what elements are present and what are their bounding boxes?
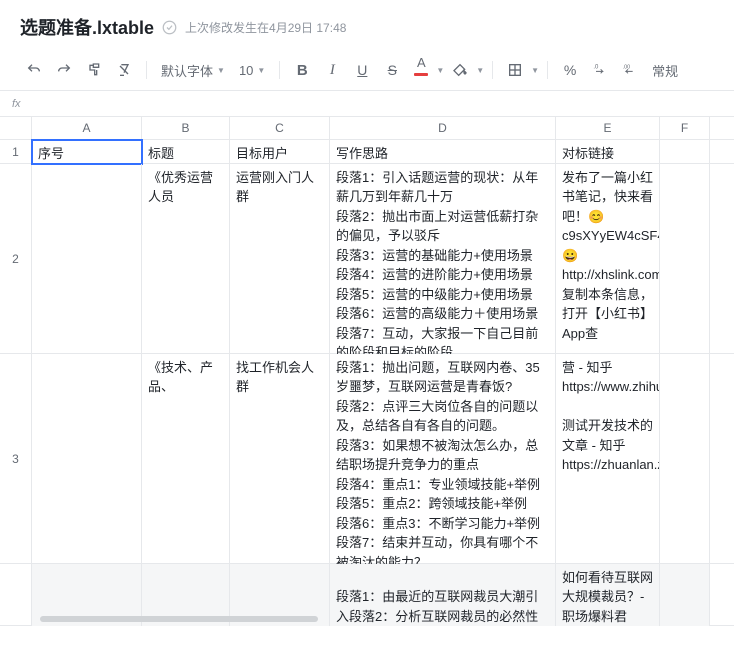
row-header[interactable]: [0, 564, 32, 626]
cell[interactable]: 段落1：抛出问题，互联网内卷、35岁噩梦，互联网运营是青春饭? 段落2：点评三大…: [330, 354, 556, 564]
cell[interactable]: [660, 164, 710, 354]
separator: [146, 61, 147, 79]
horizontal-scrollbar[interactable]: [40, 616, 734, 626]
underline-button[interactable]: U: [348, 56, 376, 84]
formula-bar[interactable]: fx: [0, 91, 734, 117]
redo-button[interactable]: [50, 56, 78, 84]
document-title: 选题准备.lxtable: [20, 14, 154, 40]
column-header[interactable]: D: [330, 117, 556, 139]
row-header[interactable]: 3: [0, 354, 32, 564]
sync-check-icon: [162, 20, 177, 35]
document-header: 选题准备.lxtable 上次修改发生在4月29日 17:48: [0, 0, 734, 50]
increase-decimal-button[interactable]: .00: [616, 56, 644, 84]
strikethrough-button[interactable]: S: [378, 56, 406, 84]
corner-cell[interactable]: [0, 117, 32, 139]
cell[interactable]: 《技术、产品、: [142, 354, 230, 564]
bg-color-button[interactable]: [446, 56, 474, 84]
separator: [547, 61, 548, 79]
bold-button[interactable]: B: [288, 56, 316, 84]
separator: [492, 61, 493, 79]
column-header[interactable]: E: [556, 117, 660, 139]
fx-label: fx: [12, 98, 21, 110]
toolbar: 默认字体 ▼ 10 ▼ B I U S A ▼ ▼ ▼ % .0 .00 常规: [0, 50, 734, 91]
column-header[interactable]: F: [660, 117, 710, 139]
undo-button[interactable]: [20, 56, 48, 84]
cells-area: 序号标题目标用户写作思路对标链接《优秀运营人员运营刚入门人群段落1：引入话题运营…: [32, 140, 734, 626]
cell[interactable]: 营 - 知乎 https://www.zhihu.com/question/49…: [556, 354, 660, 564]
font-size-label: 10: [239, 63, 253, 78]
cell[interactable]: 对标链接: [556, 140, 660, 164]
font-size-select[interactable]: 10 ▼: [233, 56, 271, 84]
row-headers: 123: [0, 140, 32, 626]
font-color-button[interactable]: A: [408, 56, 434, 84]
svg-text:.00: .00: [623, 65, 630, 71]
chevron-down-icon[interactable]: ▼: [476, 66, 484, 75]
cell[interactable]: 写作思路: [330, 140, 556, 164]
number-format-label: 常规: [652, 61, 678, 80]
row-header[interactable]: 1: [0, 140, 32, 164]
cell[interactable]: [32, 354, 142, 564]
column-header[interactable]: A: [32, 117, 142, 139]
cell[interactable]: 序号: [32, 140, 142, 164]
spreadsheet-grid: ABCDEF 123 序号标题目标用户写作思路对标链接《优秀运营人员运营刚入门人…: [0, 117, 734, 626]
borders-button[interactable]: [501, 56, 529, 84]
format-painter-button[interactable]: [80, 56, 108, 84]
cell[interactable]: 目标用户: [230, 140, 330, 164]
cell[interactable]: 运营刚入门人群: [230, 164, 330, 354]
chevron-down-icon: ▼: [217, 66, 225, 75]
cell[interactable]: [660, 354, 710, 564]
column-headers: ABCDEF: [0, 117, 734, 140]
italic-button[interactable]: I: [318, 56, 346, 84]
cell[interactable]: [660, 140, 710, 164]
chevron-down-icon[interactable]: ▼: [436, 66, 444, 75]
chevron-down-icon[interactable]: ▼: [531, 66, 539, 75]
number-format-select[interactable]: 常规: [646, 56, 684, 84]
clear-format-button[interactable]: [110, 56, 138, 84]
svg-text:.0: .0: [593, 65, 599, 71]
column-header[interactable]: C: [230, 117, 330, 139]
font-family-label: 默认字体: [161, 61, 213, 80]
cell[interactable]: 《优秀运营人员: [142, 164, 230, 354]
cell[interactable]: 找工作机会人群: [230, 354, 330, 564]
chevron-down-icon: ▼: [257, 66, 265, 75]
cell[interactable]: [32, 164, 142, 354]
separator: [279, 61, 280, 79]
scroll-thumb[interactable]: [40, 616, 318, 622]
cell[interactable]: 标题: [142, 140, 230, 164]
font-family-select[interactable]: 默认字体 ▼: [155, 56, 231, 84]
last-modified-label: 上次修改发生在4月29日 17:48: [185, 19, 346, 36]
cell[interactable]: 发布了一篇小红书笔记，快来看吧！😊 c9sXYyEW4cSF4At 😀 http…: [556, 164, 660, 354]
row-header[interactable]: 2: [0, 164, 32, 354]
cell[interactable]: 段落1：引入话题运营的现状：从年薪几万到年薪几十万 段落2：抛出市面上对运营低薪…: [330, 164, 556, 354]
percent-button[interactable]: %: [556, 56, 584, 84]
column-header[interactable]: B: [142, 117, 230, 139]
decrease-decimal-button[interactable]: .0: [586, 56, 614, 84]
